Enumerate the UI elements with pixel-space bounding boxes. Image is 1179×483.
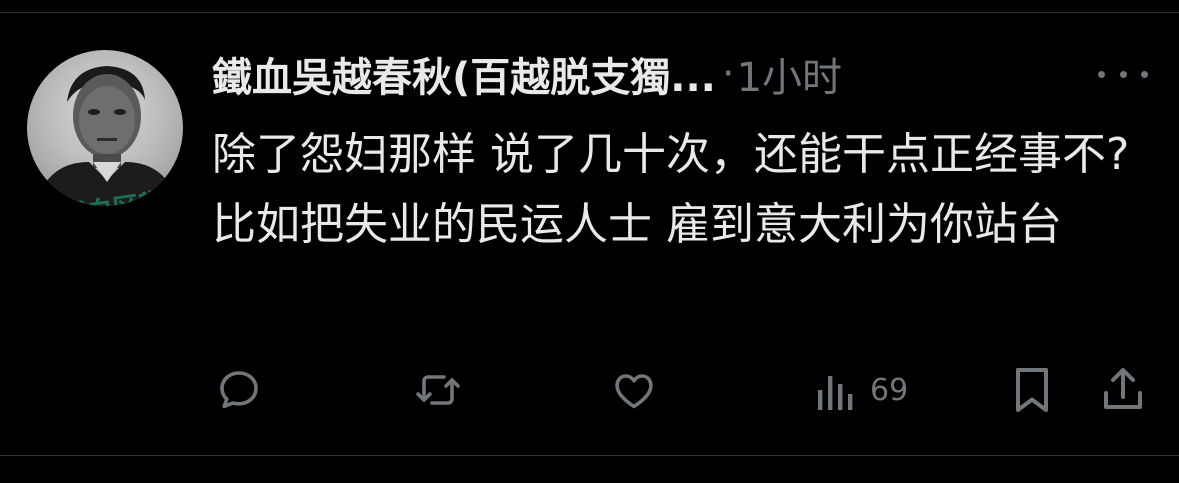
share-button[interactable]: [1100, 360, 1146, 420]
repost-icon: [416, 375, 460, 405]
more-dot: [1141, 70, 1148, 78]
post-header: 鐵血吳越春秋(百越脱支獨... · 1小时: [212, 44, 1112, 104]
reply-button[interactable]: [215, 360, 263, 420]
views-count: 69: [870, 372, 909, 408]
separator-dot: ·: [721, 51, 735, 97]
bottom-divider: [0, 455, 1179, 456]
more-dot: [1098, 70, 1105, 78]
action-bar: 69: [0, 360, 1179, 420]
bookmark-icon: [1016, 368, 1048, 412]
timestamp[interactable]: 1小时: [737, 45, 842, 103]
more-dot: [1119, 70, 1127, 78]
views-button[interactable]: 69: [812, 360, 908, 420]
top-divider: [0, 12, 1179, 13]
views-icon: [818, 376, 853, 410]
repost-button[interactable]: [412, 360, 464, 420]
post-text: 除了怨妇那样 说了几十次，还能干点正经事不? 比如把失业的民运人士 雇到意大利为…: [212, 129, 1144, 250]
share-icon: [1104, 368, 1142, 409]
like-button[interactable]: [610, 360, 658, 420]
more-options-icon[interactable]: [1098, 62, 1148, 86]
like-icon: [615, 374, 653, 409]
author-name[interactable]: 鐵血吳越春秋(百越脱支獨...: [212, 45, 716, 103]
avatar[interactable]: 消滅白区黨: [27, 50, 183, 206]
bookmark-button[interactable]: [1010, 360, 1054, 420]
reply-icon: [220, 371, 258, 409]
